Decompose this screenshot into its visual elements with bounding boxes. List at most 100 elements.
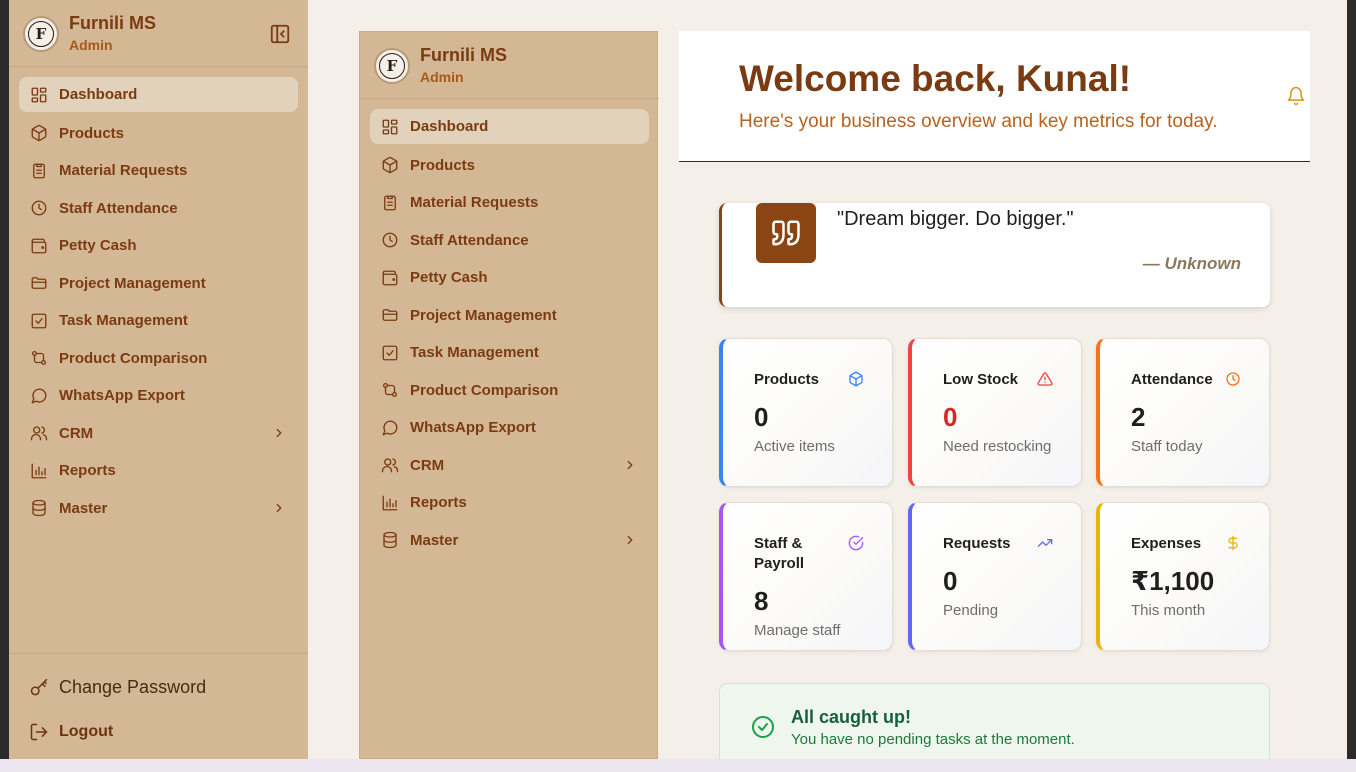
logout-button[interactable]: Logout xyxy=(29,722,113,742)
sidebar-item-crm[interactable]: CRM xyxy=(370,447,649,485)
sidebar-item-dashboard[interactable]: Dashboard xyxy=(370,109,649,144)
stat-card-expenses[interactable]: Expenses ₹1,100 This month xyxy=(1096,502,1270,651)
preview-sidebar: F Furnili MS Admin Dashboard Products Mate… xyxy=(359,31,659,759)
sidebar-item-label: Products xyxy=(410,156,476,174)
sidebar-item-whatsapp-export[interactable]: WhatsApp Export xyxy=(19,377,298,415)
sidebar-item-label: Products xyxy=(59,124,125,142)
sidebar-item-whatsapp-export[interactable]: WhatsApp Export xyxy=(370,409,649,447)
sidebar-brand: F Furnili MS Admin xyxy=(9,0,308,67)
stat-card-products[interactable]: Products 0 Active items xyxy=(719,338,893,487)
key-icon xyxy=(29,678,49,698)
stat-card-staff-payroll[interactable]: Staff & Payroll 8 Manage staff xyxy=(719,502,893,651)
sidebar-item-label: Master xyxy=(410,531,459,549)
app-name: Furnili MS xyxy=(420,45,507,65)
change-password-label: Change Password xyxy=(59,677,207,697)
database-icon xyxy=(29,498,49,518)
stat-label: Staff & Payroll xyxy=(754,535,805,572)
clipboard-icon xyxy=(29,161,49,181)
stat-description: Staff today xyxy=(1131,438,1203,455)
chevron-right-icon xyxy=(623,533,637,547)
sidebar-nav: Dashboard Products Material Requests Staff … xyxy=(19,77,298,527)
chat-icon xyxy=(29,386,49,406)
sidebar-footer: Change Password Logout xyxy=(9,653,308,759)
sidebar-item-product-comparison[interactable]: Product Comparison xyxy=(19,340,298,378)
stat-value: 8 xyxy=(754,586,769,616)
sidebar-item-material-requests[interactable]: Material Requests xyxy=(19,152,298,190)
sidebar-item-crm[interactable]: CRM xyxy=(19,415,298,453)
sidebar-item-label: Master xyxy=(59,499,108,517)
sidebar-item-label: Product Comparison xyxy=(410,381,559,399)
users-icon xyxy=(380,455,400,475)
stat-card-low-stock[interactable]: Low Stock 0 Need restocking xyxy=(908,338,1082,487)
sidebar-item-staff-attendance[interactable]: Staff Attendance xyxy=(370,222,649,260)
clipboard-icon xyxy=(380,193,400,213)
welcome-title: Welcome back, Kunal! xyxy=(739,58,1132,99)
folder-icon xyxy=(380,305,400,325)
sidebar-item-reports[interactable]: Reports xyxy=(370,484,649,522)
sidebar-item-material-requests[interactable]: Material Requests xyxy=(370,184,649,222)
sidebar-item-product-comparison[interactable]: Product Comparison xyxy=(370,372,649,410)
preview-sidebar-brand: F Furnili MS Admin xyxy=(360,32,659,99)
sidebar-item-products[interactable]: Products xyxy=(19,115,298,153)
box-icon xyxy=(380,155,400,175)
chat-icon xyxy=(380,418,400,438)
sidebar-item-staff-attendance[interactable]: Staff Attendance xyxy=(19,190,298,228)
welcome-header: Welcome back, Kunal! Here's your busines… xyxy=(679,31,1310,162)
dashboard-icon xyxy=(380,117,400,137)
sidebar-item-task-management[interactable]: Task Management xyxy=(19,302,298,340)
quote-author: — Unknown xyxy=(1142,254,1241,273)
sidebar-item-dashboard[interactable]: Dashboard xyxy=(19,77,298,112)
quote-icon xyxy=(756,203,816,263)
stat-card-requests[interactable]: Requests 0 Pending xyxy=(908,502,1082,651)
sidebar-item-label: Task Management xyxy=(59,312,188,330)
sidebar-item-products[interactable]: Products xyxy=(370,147,649,185)
sidebar-item-label: Dashboard xyxy=(410,118,489,135)
sidebar: F Furnili MS Admin Dashboard Products Mate… xyxy=(9,0,308,759)
sidebar-item-petty-cash[interactable]: Petty Cash xyxy=(370,259,649,297)
stat-value: 0 xyxy=(943,402,958,432)
stat-card-attendance[interactable]: Attendance 2 Staff today xyxy=(1096,338,1270,487)
checkbox-icon xyxy=(380,343,400,363)
stat-value: 2 xyxy=(1131,402,1146,432)
sidebar-item-master[interactable]: Master xyxy=(19,490,298,528)
folder-icon xyxy=(29,273,49,293)
bell-icon[interactable] xyxy=(1286,86,1306,106)
user-role: Admin xyxy=(420,69,464,85)
logout-label: Logout xyxy=(59,723,114,740)
sidebar-item-label: Staff Attendance xyxy=(59,199,178,217)
logo-letter: F xyxy=(28,21,54,47)
stat-value: ₹1,100 xyxy=(1131,566,1215,596)
sidebar-item-label: Project Management xyxy=(59,274,206,292)
sidebar-item-label: Reports xyxy=(410,494,467,512)
dashboard-icon xyxy=(29,85,49,105)
stat-label: Requests xyxy=(943,535,1011,552)
sidebar-item-label: Product Comparison xyxy=(59,349,208,367)
change-password-button[interactable]: Change Password xyxy=(29,677,206,698)
sidebar-item-project-management[interactable]: Project Management xyxy=(19,265,298,303)
sidebar-item-project-management[interactable]: Project Management xyxy=(370,297,649,335)
sidebar-item-petty-cash[interactable]: Petty Cash xyxy=(19,227,298,265)
database-icon xyxy=(380,530,400,550)
sidebar-item-label: Petty Cash xyxy=(410,269,488,287)
caught-up-title: All caught up! xyxy=(791,707,911,727)
sidebar-item-reports[interactable]: Reports xyxy=(19,452,298,490)
sidebar-item-master[interactable]: Master xyxy=(370,522,649,560)
sidebar-item-label: Staff Attendance xyxy=(410,231,529,249)
chevron-right-icon xyxy=(272,501,286,515)
chevron-right-icon xyxy=(623,458,637,472)
checkbox-icon xyxy=(29,311,49,331)
quote-text: "Dream bigger. Do bigger." xyxy=(837,208,1074,230)
stat-value: 0 xyxy=(943,566,958,596)
chevron-right-icon xyxy=(272,426,286,440)
sidebar-item-label: CRM xyxy=(59,424,94,442)
box-icon xyxy=(29,123,49,143)
sidebar-item-label: Material Requests xyxy=(410,194,539,212)
trending-up-icon xyxy=(1037,535,1053,551)
sidebar-item-label: CRM xyxy=(410,456,445,474)
clock-icon xyxy=(1225,371,1241,387)
sidebar-collapse-icon[interactable] xyxy=(269,23,291,45)
quote-card: "Dream bigger. Do bigger." — Unknown xyxy=(719,203,1270,307)
bottom-strip xyxy=(0,759,1356,772)
users-icon xyxy=(29,423,49,443)
sidebar-item-task-management[interactable]: Task Management xyxy=(370,334,649,372)
